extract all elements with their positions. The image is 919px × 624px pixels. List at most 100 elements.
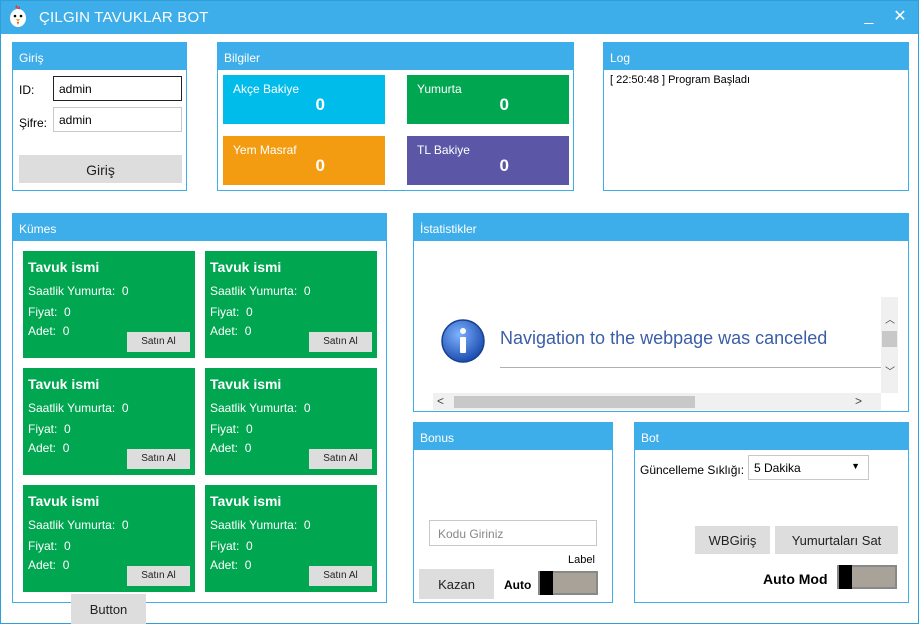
- hourly-egg-label: Saatlik Yumurta: 0: [210, 401, 311, 415]
- price-label: Fiyat: 0: [28, 539, 71, 553]
- tile-value: 0: [315, 156, 325, 175]
- hourly-egg-label: Saatlik Yumurta: 0: [210, 284, 311, 298]
- hourly-egg-label: Saatlik Yumurta: 0: [28, 401, 129, 415]
- chicken-app-icon: [10, 5, 26, 27]
- password-label: Şifre:: [19, 116, 48, 130]
- tile-label: Yumurta: [417, 82, 462, 96]
- chicken-name: Tavuk ismi: [210, 493, 282, 509]
- chicken-name: Tavuk ismi: [210, 259, 282, 275]
- buy-button[interactable]: Satın Al: [127, 332, 190, 352]
- buy-button[interactable]: Satın Al: [127, 566, 190, 586]
- price-label: Fiyat: 0: [210, 422, 253, 436]
- login-button[interactable]: Giriş: [19, 155, 182, 183]
- price-label: Fiyat: 0: [28, 422, 71, 436]
- count-label: Adet: 0: [210, 441, 252, 455]
- sell-eggs-button[interactable]: Yumurtaları Sat: [775, 526, 898, 554]
- webview-divider: [500, 367, 882, 368]
- feed-cost-tile: Yem Masraf 0: [223, 136, 385, 185]
- info-panel-header: Bilgiler: [218, 43, 573, 70]
- tl-balance-tile: TL Bakiye 0: [407, 136, 569, 185]
- auto-mode-toggle[interactable]: [837, 565, 897, 589]
- scroll-right-icon[interactable]: >: [855, 394, 862, 408]
- chicken-card: Tavuk ismi Saatlik Yumurta: 0 Fiyat: 0 A…: [23, 251, 195, 358]
- main-window: ÇILGIN TAVUKLAR BOT _ ✕ Giriş ID: admin …: [0, 0, 919, 624]
- toggle-knob: [839, 565, 852, 589]
- tile-value: 0: [499, 95, 509, 114]
- count-label: Adet: 0: [28, 441, 70, 455]
- window-title: ÇILGIN TAVUKLAR BOT: [39, 9, 209, 26]
- coop-panel: Kümes Tavuk ismi Saatlik Yumurta: 0 Fiya…: [12, 213, 387, 603]
- close-button[interactable]: ✕: [890, 7, 910, 27]
- tile-label: Yem Masraf: [233, 143, 297, 157]
- tile-label: TL Bakiye: [417, 143, 470, 157]
- auto-mode-label: Auto Mod: [763, 571, 828, 587]
- bot-panel-header: Bot: [635, 423, 908, 450]
- log-entry: [ 22:50:48 ] Program Başladı: [610, 74, 751, 86]
- chicken-name: Tavuk ismi: [210, 376, 282, 392]
- bonus-code-input[interactable]: Kodu Giriniz: [429, 520, 597, 546]
- tile-value: 0: [315, 95, 325, 114]
- stats-panel: İstatistikler Navigation to the webpage …: [413, 213, 909, 412]
- coop-panel-header: Kümes: [13, 214, 386, 241]
- buy-button[interactable]: Satın Al: [309, 449, 372, 469]
- egg-tile: Yumurta 0: [407, 75, 569, 124]
- count-label: Adet: 0: [28, 558, 70, 572]
- bonus-auto-toggle[interactable]: [538, 571, 598, 595]
- chicken-card: Tavuk ismi Saatlik Yumurta: 0 Fiyat: 0 A…: [205, 368, 377, 475]
- extra-button[interactable]: Button: [71, 594, 146, 624]
- hourly-egg-label: Saatlik Yumurta: 0: [210, 518, 311, 532]
- update-interval-label: Güncelleme Sıklığı:: [640, 463, 745, 477]
- chicken-name: Tavuk ismi: [28, 493, 100, 509]
- chicken-name: Tavuk ismi: [28, 376, 100, 392]
- chicken-name: Tavuk ismi: [28, 259, 100, 275]
- title-bar: ÇILGIN TAVUKLAR BOT _ ✕: [1, 1, 918, 34]
- update-interval-select[interactable]: 5 Dakika ▼: [748, 455, 869, 480]
- count-label: Adet: 0: [28, 324, 70, 338]
- akce-balance-tile: Akçe Bakiye 0: [223, 75, 385, 124]
- scroll-down-icon[interactable]: ﹀: [885, 363, 895, 378]
- scroll-left-icon[interactable]: <: [437, 394, 444, 408]
- buy-button[interactable]: Satın Al: [309, 332, 372, 352]
- tile-value: 0: [499, 156, 509, 175]
- horizontal-scroll-thumb[interactable]: [454, 396, 695, 408]
- buy-button[interactable]: Satın Al: [309, 566, 372, 586]
- chicken-card: Tavuk ismi Saatlik Yumurta: 0 Fiyat: 0 A…: [23, 485, 195, 592]
- bot-panel: Bot Güncelleme Sıklığı: 5 Dakika ▼ WBGir…: [634, 422, 909, 603]
- auto-label: Auto: [504, 578, 532, 592]
- count-label: Adet: 0: [210, 558, 252, 572]
- buy-button[interactable]: Satın Al: [127, 449, 190, 469]
- dropdown-arrow-icon: ▼: [851, 461, 860, 471]
- stats-webview[interactable]: Navigation to the webpage was canceled ︿…: [415, 241, 908, 411]
- id-label: ID:: [19, 83, 35, 97]
- price-label: Fiyat: 0: [28, 305, 71, 319]
- vertical-scroll-thumb[interactable]: [882, 331, 897, 347]
- chicken-card: Tavuk ismi Saatlik Yumurta: 0 Fiyat: 0 A…: [23, 368, 195, 475]
- update-interval-value: 5 Dakika: [754, 461, 801, 475]
- password-field[interactable]: admin: [53, 107, 182, 132]
- chicken-card: Tavuk ismi Saatlik Yumurta: 0 Fiyat: 0 A…: [205, 485, 377, 592]
- login-panel: Giriş ID: admin Şifre: admin Giriş: [12, 42, 187, 191]
- webview-error-message: Navigation to the webpage was canceled: [500, 328, 828, 348]
- id-field[interactable]: admin: [53, 76, 182, 101]
- info-icon: [441, 319, 485, 363]
- minimize-button[interactable]: _: [859, 7, 879, 27]
- log-panel: Log [ 22:50:48 ] Program Başladı: [603, 42, 909, 191]
- price-label: Fiyat: 0: [210, 305, 253, 319]
- wb-login-button[interactable]: WBGiriş: [695, 526, 770, 554]
- vertical-scrollbar[interactable]: ︿ ﹀: [881, 297, 898, 393]
- log-panel-header: Log: [604, 43, 908, 70]
- bonus-panel-header: Bonus: [414, 423, 612, 450]
- chicken-card: Tavuk ismi Saatlik Yumurta: 0 Fiyat: 0 A…: [205, 251, 377, 358]
- horizontal-scrollbar[interactable]: < >: [433, 393, 881, 410]
- login-panel-header: Giriş: [13, 43, 186, 70]
- price-label: Fiyat: 0: [210, 539, 253, 553]
- bonus-panel: Bonus Kodu Giriniz Label Kazan Auto: [413, 422, 613, 603]
- hourly-egg-label: Saatlik Yumurta: 0: [28, 518, 129, 532]
- scroll-up-icon[interactable]: ︿: [885, 311, 895, 326]
- count-label: Adet: 0: [210, 324, 252, 338]
- stats-panel-header: İstatistikler: [414, 214, 908, 241]
- toggle-knob: [540, 571, 553, 595]
- info-panel: Bilgiler Akçe Bakiye 0 Yumurta 0 Yem Mas…: [217, 42, 574, 191]
- claim-bonus-button[interactable]: Kazan: [419, 569, 494, 599]
- hourly-egg-label: Saatlik Yumurta: 0: [28, 284, 129, 298]
